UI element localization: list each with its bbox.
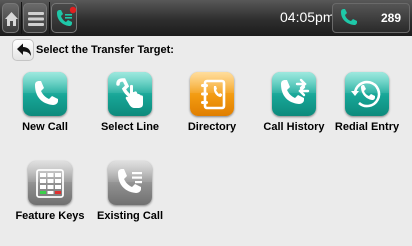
keypad-icon xyxy=(28,161,72,205)
target-label: Directory xyxy=(187,121,237,133)
target-existing-call[interactable]: Existing Call xyxy=(85,161,175,222)
target-select-line[interactable]: Select Line xyxy=(85,72,175,133)
target-label: Select Line xyxy=(100,121,160,133)
back-arrow-icon xyxy=(17,43,31,56)
menu-icon xyxy=(28,12,44,26)
active-call-button[interactable] xyxy=(51,3,77,33)
target-redial-entry[interactable]: Redial Entry xyxy=(322,72,412,133)
extension-number: 289 xyxy=(380,11,401,25)
status-bar: 04:05pm 289 xyxy=(0,0,412,36)
target-directory[interactable]: Directory xyxy=(167,72,257,133)
phone-transfer-icon xyxy=(57,6,77,26)
target-label: Existing Call xyxy=(96,210,164,222)
menu-button[interactable] xyxy=(23,3,47,33)
call-history-icon xyxy=(272,72,316,116)
directory-book-icon xyxy=(190,72,234,116)
back-button[interactable] xyxy=(12,39,34,61)
prompt-text: Select the Transfer Target: xyxy=(36,44,174,56)
line-key[interactable]: 289 xyxy=(332,3,410,33)
phone-hand-icon xyxy=(108,72,152,116)
phone-list-icon xyxy=(108,161,152,205)
clock: 04:05pm xyxy=(280,9,335,25)
target-label: Feature Keys xyxy=(15,210,85,222)
target-label: Redial Entry xyxy=(334,121,400,133)
target-label: New Call xyxy=(22,121,68,133)
home-icon xyxy=(5,12,18,26)
target-new-call[interactable]: New Call xyxy=(0,72,90,133)
phone-icon xyxy=(341,9,357,25)
phone-icon xyxy=(23,72,67,116)
redial-icon xyxy=(345,72,389,116)
target-feature-keys[interactable]: Feature Keys xyxy=(5,161,95,222)
home-button[interactable] xyxy=(2,3,19,33)
